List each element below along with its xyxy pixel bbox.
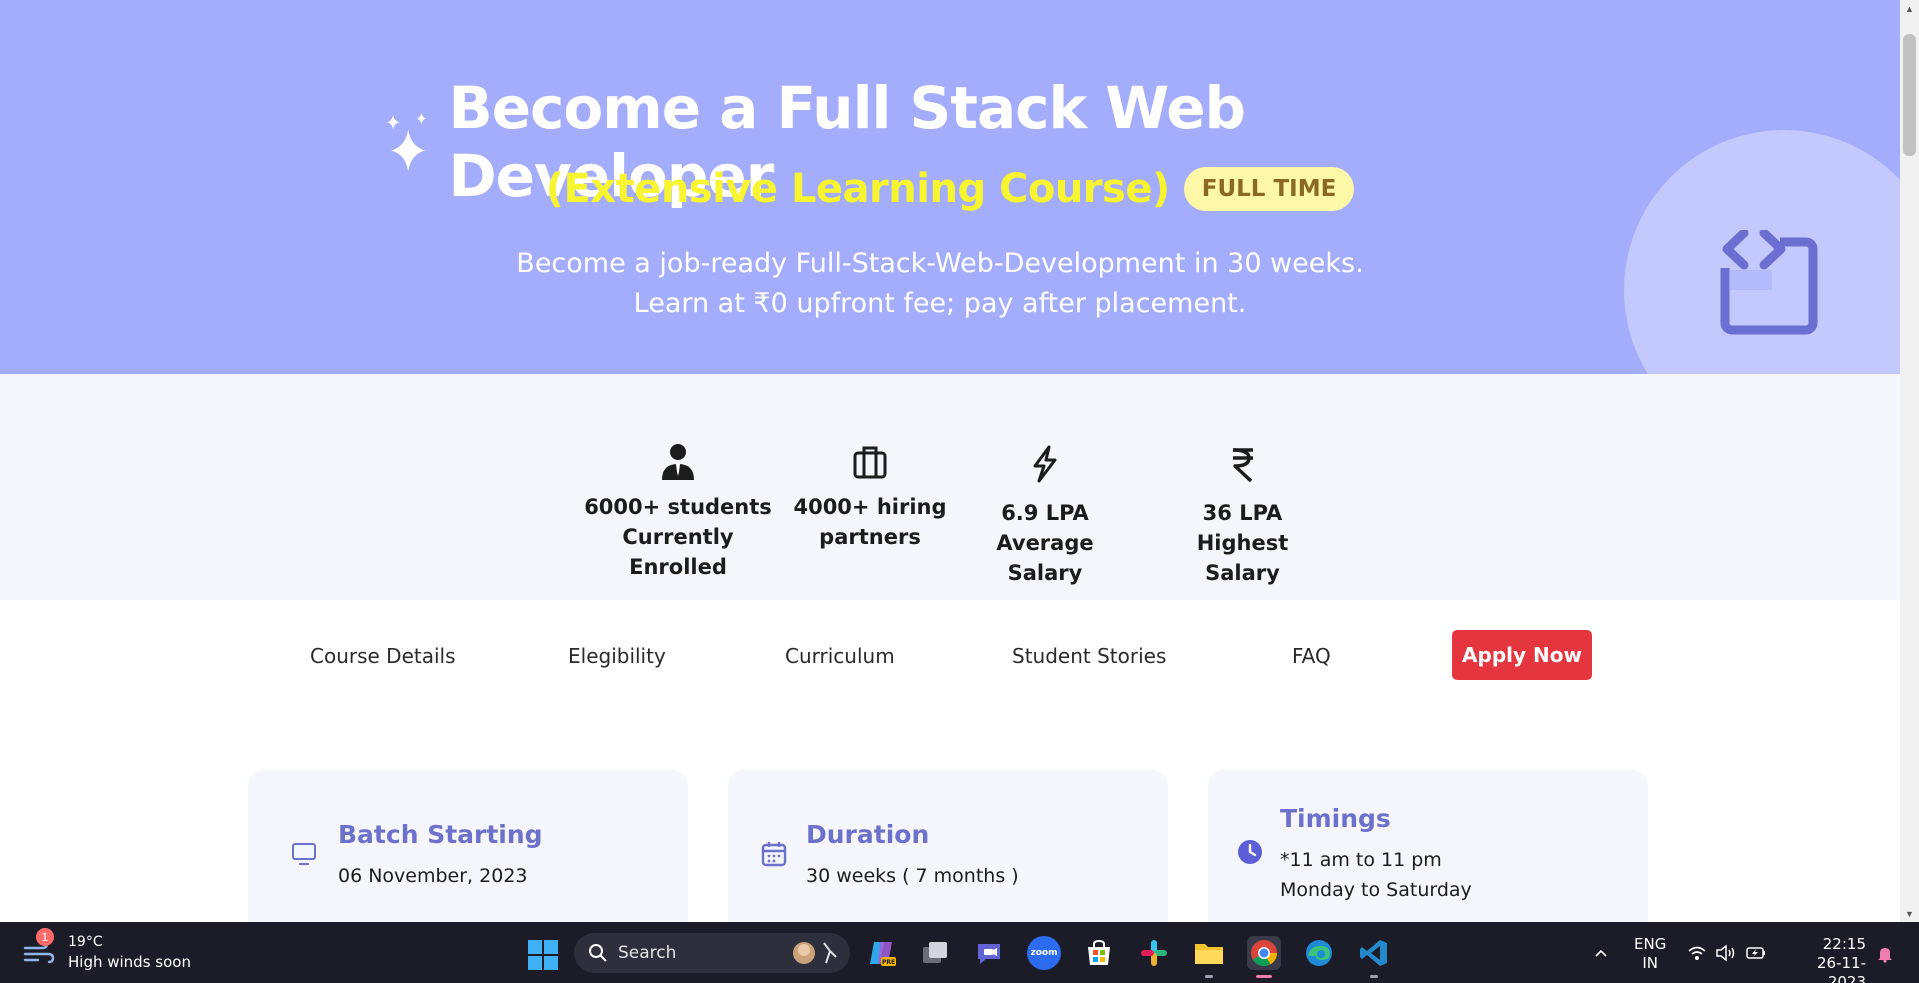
chrome-icon[interactable] bbox=[1247, 936, 1281, 970]
lightning-icon bbox=[1033, 445, 1057, 483]
student-icon bbox=[662, 444, 694, 480]
card-value: *11 am to 11 pm bbox=[1280, 849, 1442, 871]
nav-course-details[interactable]: Course Details bbox=[310, 644, 456, 668]
stat-label: Currently Enrolled bbox=[622, 525, 734, 579]
nav-faq[interactable]: FAQ bbox=[1292, 644, 1331, 668]
stat-students: 6000+ students Currently Enrolled bbox=[578, 442, 778, 582]
briefcase-icon bbox=[853, 446, 887, 479]
course-subnav: Course Details Elegibility Curriculum St… bbox=[0, 600, 1900, 710]
card-title: Batch Starting bbox=[338, 820, 543, 849]
hero-subtitle: (Extensive Learning Course) bbox=[545, 166, 1171, 212]
card-title: Duration bbox=[806, 820, 930, 849]
app-active-indicator bbox=[1256, 975, 1272, 978]
hero-section: Become a Full Stack Web Developer (Exten… bbox=[0, 0, 1900, 374]
stat-label: 6.9 LPA Average bbox=[996, 501, 1094, 555]
slack-icon[interactable] bbox=[1137, 936, 1171, 970]
stat-label: Salary bbox=[1007, 561, 1083, 585]
store-icon[interactable] bbox=[1082, 936, 1116, 970]
card-value: 30 weeks ( 7 months ) bbox=[806, 865, 1019, 887]
scroll-up-arrow-icon[interactable]: ▲ bbox=[1900, 0, 1919, 17]
app-running-indicator bbox=[1205, 975, 1213, 978]
battery-charging-icon[interactable] bbox=[1745, 944, 1767, 962]
system-clock[interactable]: 22:15 26-11-2023 bbox=[1786, 935, 1866, 983]
hero-desc-line-2: Learn at ₹0 upfront fee; pay after place… bbox=[633, 288, 1247, 319]
app-running-indicator bbox=[1370, 975, 1378, 978]
stat-label: 4000+ hiring bbox=[793, 495, 947, 519]
teams-chat-icon[interactable] bbox=[972, 936, 1006, 970]
clock-time: 22:15 bbox=[1822, 935, 1866, 953]
edge-icon[interactable] bbox=[1302, 936, 1336, 970]
file-explorer-icon[interactable] bbox=[1192, 936, 1226, 970]
card-title: Timings bbox=[1280, 804, 1391, 833]
taskbar-search[interactable]: Search bbox=[574, 933, 850, 973]
browser-viewport: Become a Full Stack Web Developer (Exten… bbox=[0, 0, 1900, 922]
card-duration: Duration 30 weeks ( 7 months ) bbox=[728, 770, 1168, 922]
zoom-icon[interactable]: zoom bbox=[1027, 936, 1061, 970]
stat-label: 6000+ students bbox=[584, 495, 772, 519]
search-highlight-icon bbox=[793, 942, 837, 964]
windows-start-icon[interactable] bbox=[528, 940, 558, 970]
stat-partners: 4000+ hiring partners bbox=[790, 442, 950, 552]
nav-eligibility[interactable]: Elegibility bbox=[568, 644, 666, 668]
clock-date: 26-11-2023 bbox=[1817, 954, 1866, 983]
hero-subtitle-row: (Extensive Learning Course) FULL TIME bbox=[380, 166, 1520, 212]
copilot-badge: PRE bbox=[882, 959, 895, 966]
copilot-icon[interactable]: PRE bbox=[864, 936, 898, 970]
stat-highest-salary: 36 LPA Highest Salary bbox=[1160, 444, 1325, 588]
hero-description: Become a job-ready Full-Stack-Web-Develo… bbox=[380, 244, 1500, 324]
weather-temp: 19°C bbox=[68, 934, 103, 950]
wifi-icon[interactable] bbox=[1687, 944, 1707, 962]
full-time-badge: FULL TIME bbox=[1183, 167, 1355, 211]
weather-desc: High winds soon bbox=[68, 953, 191, 971]
stat-average-salary: 6.9 LPA Average Salary bbox=[960, 444, 1130, 588]
nav-student-stories[interactable]: Student Stories bbox=[1012, 644, 1166, 668]
stat-label: partners bbox=[819, 525, 921, 549]
card-timings: Timings *11 am to 11 pm Monday to Saturd… bbox=[1208, 770, 1648, 922]
stat-label: Salary bbox=[1205, 561, 1280, 585]
scroll-down-arrow-icon[interactable]: ▼ bbox=[1900, 905, 1919, 922]
calendar-icon bbox=[761, 842, 787, 867]
vscode-icon[interactable] bbox=[1357, 936, 1391, 970]
region-code: IN bbox=[1642, 954, 1658, 972]
weather-widget[interactable]: 1 19°C High winds soon bbox=[22, 928, 191, 971]
wind-icon: 1 bbox=[22, 928, 56, 968]
clock-icon bbox=[1238, 840, 1262, 864]
chevron-up-icon[interactable] bbox=[1594, 946, 1608, 960]
monitor-icon bbox=[292, 843, 316, 865]
volume-icon[interactable] bbox=[1715, 944, 1737, 962]
rupee-icon bbox=[1232, 448, 1253, 483]
stat-label: 36 LPA Highest bbox=[1196, 501, 1289, 555]
nav-curriculum[interactable]: Curriculum bbox=[785, 644, 895, 668]
notification-bell-icon[interactable] bbox=[1876, 945, 1894, 963]
scrollbar-thumb[interactable] bbox=[1903, 34, 1916, 156]
card-value: Monday to Saturday bbox=[1280, 879, 1472, 901]
hero-desc-line-1: Become a job-ready Full-Stack-Web-Develo… bbox=[516, 248, 1364, 279]
language-indicator[interactable]: ENG IN bbox=[1634, 935, 1666, 973]
page-scrollbar[interactable]: ▲ ▼ bbox=[1900, 0, 1919, 922]
stats-section: 6000+ students Currently Enrolled 4000+ … bbox=[0, 374, 1900, 600]
task-view-icon[interactable] bbox=[918, 936, 952, 970]
card-batch-starting: Batch Starting 06 November, 2023 bbox=[248, 770, 688, 922]
search-placeholder: Search bbox=[618, 943, 677, 963]
card-value: 06 November, 2023 bbox=[338, 865, 528, 887]
search-icon bbox=[589, 944, 607, 962]
code-file-icon bbox=[1720, 230, 1818, 335]
notification-badge: 1 bbox=[36, 928, 54, 946]
apply-now-button[interactable]: Apply Now bbox=[1452, 630, 1592, 680]
lang-code: ENG bbox=[1634, 935, 1667, 953]
weather-text: 19°C High winds soon bbox=[68, 934, 191, 971]
windows-taskbar: 1 19°C High winds soon Search PRE zoom E… bbox=[0, 922, 1919, 983]
